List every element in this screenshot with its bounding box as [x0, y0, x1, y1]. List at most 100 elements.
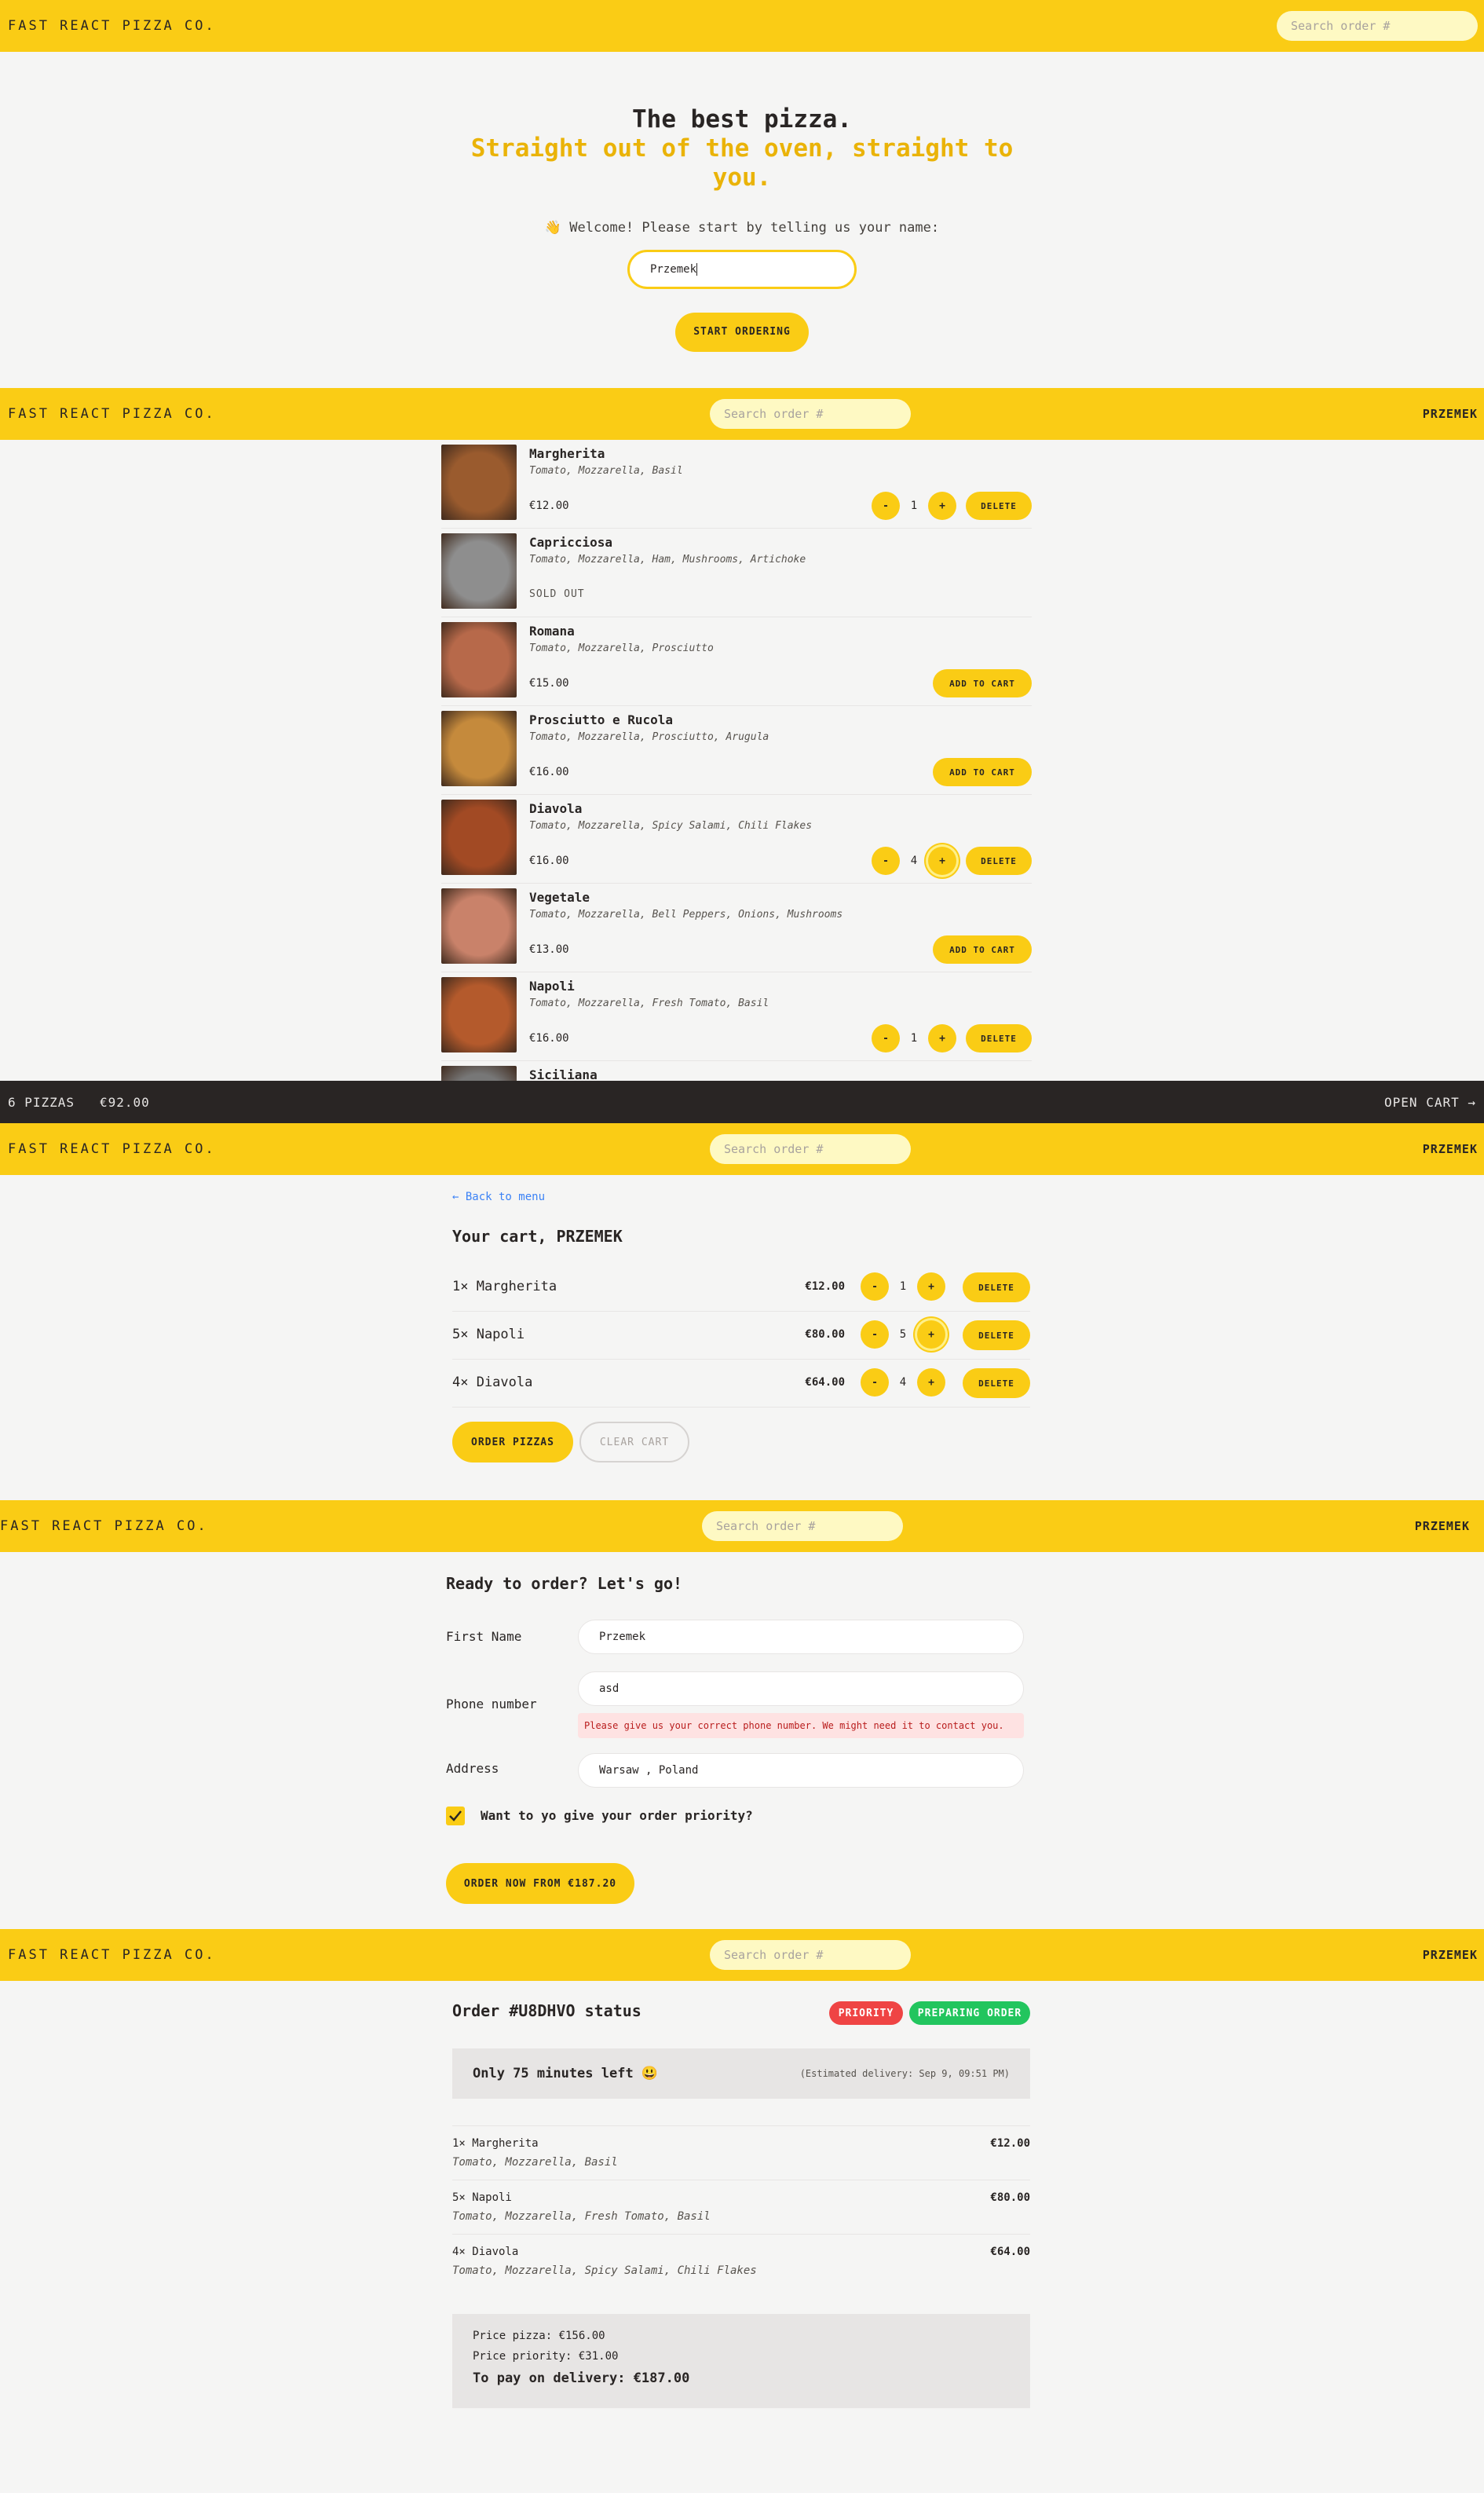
- quantity-stepper: -4 +: [861, 1368, 945, 1397]
- cart-item-price: €12.00: [805, 1280, 845, 1293]
- order-item-price: €80.00: [990, 2191, 1030, 2204]
- cart-item: 5× Napoli €80.00 -5 + DELETE: [452, 1312, 1030, 1360]
- increase-button[interactable]: +: [917, 1272, 945, 1301]
- quantity-stepper: -1 +: [872, 492, 956, 520]
- priority-label: Want to yo give your order priority?: [481, 1808, 753, 1823]
- pizza-name: Napoli: [529, 979, 575, 994]
- delete-button[interactable]: DELETE: [966, 492, 1032, 520]
- search-order-input[interactable]: Search order #: [710, 1940, 911, 1970]
- increase-button[interactable]: +: [917, 1368, 945, 1397]
- cart-item-price: €64.00: [805, 1376, 845, 1389]
- quantity-stepper: -1 +: [861, 1272, 945, 1301]
- quantity-stepper: -1 +: [872, 1024, 956, 1052]
- quantity-value: 1: [899, 1280, 907, 1293]
- logo-link[interactable]: FAST REACT PIZZA CO.: [8, 1947, 216, 1963]
- name-input-value: Przemek: [650, 262, 697, 276]
- back-to-menu-link[interactable]: ← Back to menu: [452, 1191, 545, 1203]
- pizza-name: Prosciutto e Rucola: [529, 712, 674, 727]
- first-name-label: First Name: [446, 1629, 522, 1644]
- pizza-item: Vegetale Tomato, Mozzarella, Bell Peppers…: [441, 884, 1032, 972]
- home-subtitle: Straight out of the oven, straight to yo…: [470, 134, 1014, 192]
- pizza-price: €16.00: [529, 1032, 569, 1045]
- pizza-item: Margherita Tomato, Mozzarella, Basil €12.0…: [441, 440, 1032, 529]
- clear-cart-button[interactable]: CLEAR CART: [579, 1422, 689, 1462]
- checkmark-icon: [449, 1810, 462, 1821]
- pizza-image: [441, 445, 517, 520]
- phone-error: Please give us your correct phone number…: [578, 1713, 1024, 1738]
- create-order-form: Ready to order? Let's go! First Name Prz…: [0, 1552, 1484, 1929]
- cart-overview-bar: 6 PIZZAS €92.00 OPEN CART →: [0, 1081, 1484, 1123]
- delivery-eta: Only 75 minutes left 😃 (Estimated delive…: [452, 2048, 1030, 2099]
- decrease-button[interactable]: -: [861, 1368, 889, 1397]
- phone-field[interactable]: asd: [578, 1671, 1024, 1706]
- increase-button[interactable]: +: [928, 492, 956, 520]
- start-ordering-button[interactable]: START ORDERING: [675, 312, 809, 352]
- increase-button[interactable]: +: [928, 847, 956, 875]
- pizza-name: Vegetale: [529, 890, 590, 905]
- add-to-cart-button[interactable]: ADD TO CART: [933, 935, 1032, 964]
- order-item-price: €12.00: [990, 2137, 1030, 2150]
- increase-button[interactable]: +: [917, 1320, 945, 1349]
- cart-screen: ← Back to menu Your cart, PRZEMEK 1× Mar…: [0, 1175, 1484, 1500]
- logo-link[interactable]: FAST REACT PIZZA CO.: [8, 1141, 216, 1157]
- eta-estimated: (Estimated delivery: Sep 9, 09:51 PM): [799, 2068, 1010, 2079]
- quantity-value: 4: [899, 1376, 907, 1389]
- name-input[interactable]: Przemek: [627, 249, 857, 289]
- logo-link[interactable]: FAST REACT PIZZA CO.: [8, 406, 216, 422]
- open-cart-link[interactable]: OPEN CART →: [1384, 1095, 1476, 1110]
- order-pizzas-button[interactable]: ORDER PIZZAS: [452, 1422, 573, 1462]
- delete-button[interactable]: DELETE: [963, 1272, 1030, 1302]
- increase-button[interactable]: +: [928, 1024, 956, 1052]
- pizza-image: [441, 711, 517, 786]
- search-order-input[interactable]: Search order #: [702, 1511, 903, 1541]
- pizza-image: [441, 888, 517, 964]
- pizza-ingredients: Tomato, Mozzarella, Fresh Tomato, Basil: [529, 998, 769, 1009]
- add-to-cart-button[interactable]: ADD TO CART: [933, 758, 1032, 786]
- address-field[interactable]: Warsaw , Poland: [578, 1753, 1024, 1788]
- order-item: 1× Margherita Tomato, Mozzarella, Basil €1…: [452, 2125, 1030, 2179]
- delete-button[interactable]: DELETE: [963, 1368, 1030, 1398]
- add-to-cart-button[interactable]: ADD TO CART: [933, 669, 1032, 697]
- cart-item-name: 5× Napoli: [452, 1327, 525, 1342]
- pizza-item: Romana Tomato, Mozzarella, Prosciutto €15.…: [441, 617, 1032, 706]
- cart-summary: 6 PIZZAS €92.00: [8, 1094, 150, 1110]
- decrease-button[interactable]: -: [872, 847, 900, 875]
- quantity-stepper: -5 +: [861, 1320, 945, 1349]
- pizza-ingredients: Tomato, Mozzarella, Prosciutto: [529, 642, 714, 654]
- home-title: The best pizza.: [632, 105, 852, 134]
- quantity-value: 1: [910, 500, 918, 512]
- quantity-value: 5: [899, 1328, 907, 1341]
- username: PRZEMEK: [1422, 1142, 1478, 1156]
- order-item: 4× Diavola Tomato, Mozzarella, Spicy Sala…: [452, 2234, 1030, 2287]
- search-order-input[interactable]: Search order #: [1277, 11, 1478, 41]
- username: PRZEMEK: [1422, 407, 1478, 421]
- header-menu: FAST REACT PIZZA CO. Search order # PRZE…: [0, 388, 1484, 440]
- order-totals: Price pizza: €156.00 Price priority: €31…: [452, 2314, 1030, 2408]
- to-pay: To pay on delivery: €187.00: [473, 2370, 690, 2386]
- decrease-button[interactable]: -: [872, 1024, 900, 1052]
- header-status: FAST REACT PIZZA CO. Search order # PRZE…: [0, 1929, 1484, 1981]
- cart-item: 4× Diavola €64.00 -4 + DELETE: [452, 1360, 1030, 1408]
- pizza-price: €16.00: [529, 766, 569, 778]
- pizza-item: Prosciutto e Rucola Tomato, Mozzarella, P…: [441, 706, 1032, 795]
- order-title: Order #U8DHVO status: [452, 2001, 641, 2020]
- logo-link[interactable]: FAST REACT PIZZA CO.: [8, 18, 216, 34]
- pizza-name: Margherita: [529, 446, 605, 461]
- delete-button[interactable]: DELETE: [966, 1024, 1032, 1052]
- first-name-field[interactable]: Przemek: [578, 1620, 1024, 1654]
- search-order-input[interactable]: Search order #: [710, 1134, 911, 1164]
- decrease-button[interactable]: -: [861, 1320, 889, 1349]
- pizza-ingredients: Tomato, Mozzarella, Ham, Mushrooms, Arti…: [529, 554, 806, 566]
- pizza-name: Capricciosa: [529, 535, 612, 550]
- decrease-button[interactable]: -: [872, 492, 900, 520]
- delete-button[interactable]: DELETE: [963, 1320, 1030, 1350]
- priority-checkbox[interactable]: [446, 1807, 465, 1825]
- search-order-input[interactable]: Search order #: [710, 399, 911, 429]
- decrease-button[interactable]: -: [861, 1272, 889, 1301]
- eta-remaining: Only 75 minutes left 😃: [473, 2066, 659, 2081]
- logo-link[interactable]: FAST REACT PIZZA CO.: [0, 1518, 208, 1534]
- status-badge: PREPARING ORDER: [909, 2001, 1030, 2025]
- delete-button[interactable]: DELETE: [966, 847, 1032, 875]
- order-now-button[interactable]: ORDER NOW FROM €187.20: [446, 1863, 634, 1904]
- pizza-image: [441, 977, 517, 1052]
